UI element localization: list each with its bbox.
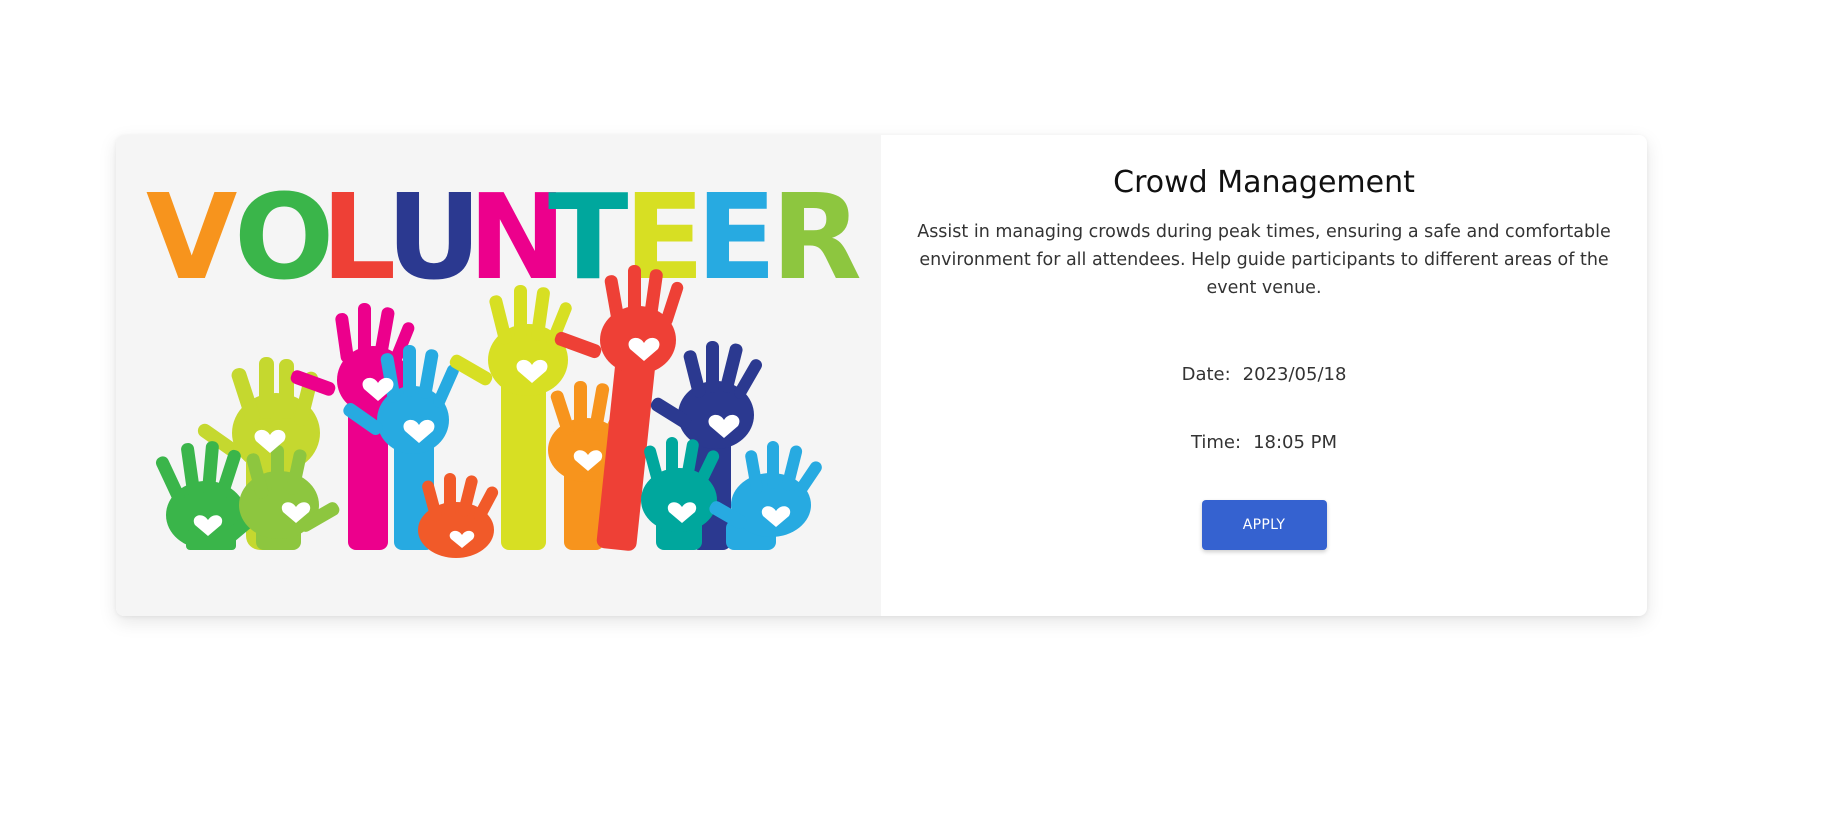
svg-text:E: E <box>696 168 777 306</box>
time-label: Time: <box>1190 432 1242 453</box>
svg-text:R: R <box>771 168 862 306</box>
event-date: Date: 2023/05/18 <box>1182 363 1347 387</box>
event-time: Time: 18:05 PM <box>1191 431 1337 455</box>
time-value: 18:05 PM <box>1253 432 1338 453</box>
date-value: 2023/05/18 <box>1242 364 1347 385</box>
svg-text:O: O <box>234 168 334 306</box>
volunteer-event-card: V O L U N T E E R Crowd Management Assis… <box>116 135 1647 616</box>
apply-button[interactable]: APPLY <box>1201 500 1327 550</box>
page: V O L U N T E E R Crowd Management Assis… <box>0 0 1823 820</box>
event-title: Crowd Management <box>1113 165 1415 200</box>
svg-text:V: V <box>146 168 237 306</box>
svg-text:L: L <box>321 168 396 306</box>
event-description: Assist in managing crowds during peak ti… <box>917 222 1611 298</box>
volunteer-image: V O L U N T E E R <box>116 135 881 616</box>
event-details: Crowd Management Assist in managing crow… <box>881 135 1647 616</box>
date-label: Date: <box>1181 364 1231 385</box>
volunteer-illustration: V O L U N T E E R <box>146 168 862 558</box>
